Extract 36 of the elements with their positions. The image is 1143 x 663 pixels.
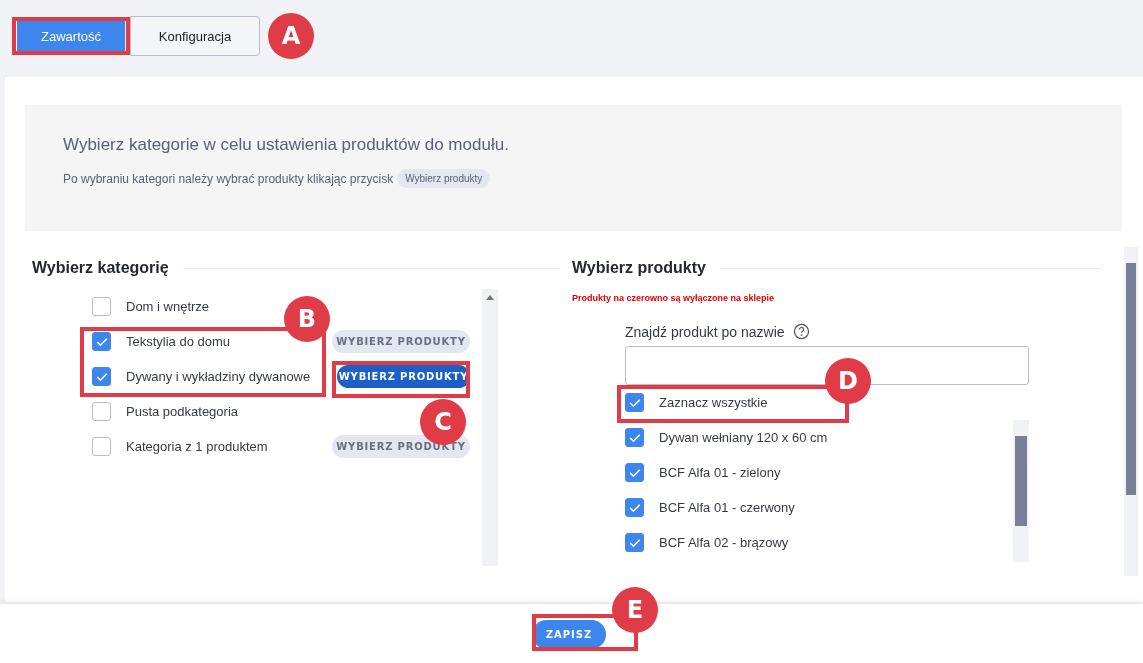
- chip: Wybierz produkty: [397, 169, 491, 188]
- info-title: Wybierz kategorie w celu ustawienia produktów do modułu.: [63, 135, 510, 155]
- checkbox[interactable]: [92, 297, 111, 316]
- category-label: Pusta podkategoria: [126, 404, 239, 419]
- arrow-up-icon[interactable]: [486, 295, 494, 300]
- checkbox[interactable]: [625, 533, 644, 552]
- select-products-button[interactable]: WYBIERZ PRODUKTY: [332, 330, 470, 353]
- checkbox[interactable]: [92, 437, 111, 456]
- scrollbar[interactable]: [1124, 247, 1138, 576]
- category-label: Dywany i wykładziny dywanowe: [126, 369, 311, 384]
- section-heading: Wybierz kategorię: [32, 259, 169, 277]
- search-label: Znajdź produkt po nazwie: [625, 323, 785, 340]
- checkbox[interactable]: [92, 332, 111, 351]
- checkbox[interactable]: [92, 367, 111, 386]
- checkbox[interactable]: [625, 393, 644, 412]
- select-all-label: Zaznacz wszystkie: [659, 395, 768, 410]
- category-label: Dom i wnętrze: [126, 299, 210, 314]
- product-label: BCF Alfa 01 - zielony: [659, 465, 781, 480]
- category-label: Tekstylia do domu: [126, 334, 231, 349]
- product-label: BCF Alfa 01 - czerwony: [659, 500, 795, 515]
- info-text: Po wybraniu kategori należy wybrać produkty klikając przycisk: [63, 171, 394, 186]
- tab[interactable]: Konfiguracja: [130, 16, 260, 56]
- warning-text: Produkty na czerowno są wyłączone na sklepie: [572, 293, 776, 303]
- product-label: Dywan wełniany 120 x 60 cm: [659, 430, 828, 445]
- scrollbar[interactable]: [1013, 420, 1029, 562]
- product-label: BCF Alfa 02 - brązowy: [659, 535, 789, 550]
- checkbox[interactable]: [625, 498, 644, 517]
- checkbox[interactable]: [625, 463, 644, 482]
- checkbox[interactable]: [625, 428, 644, 447]
- category-label: Kategoria z 1 produktem: [126, 439, 268, 454]
- annotation-badge: A: [268, 13, 314, 59]
- help-icon[interactable]: [792, 323, 810, 340]
- section-heading: Wybierz produkty: [572, 259, 706, 277]
- scrollbar[interactable]: [482, 289, 498, 566]
- tab[interactable]: Zawartość: [17, 20, 125, 52]
- checkbox[interactable]: [92, 402, 111, 421]
